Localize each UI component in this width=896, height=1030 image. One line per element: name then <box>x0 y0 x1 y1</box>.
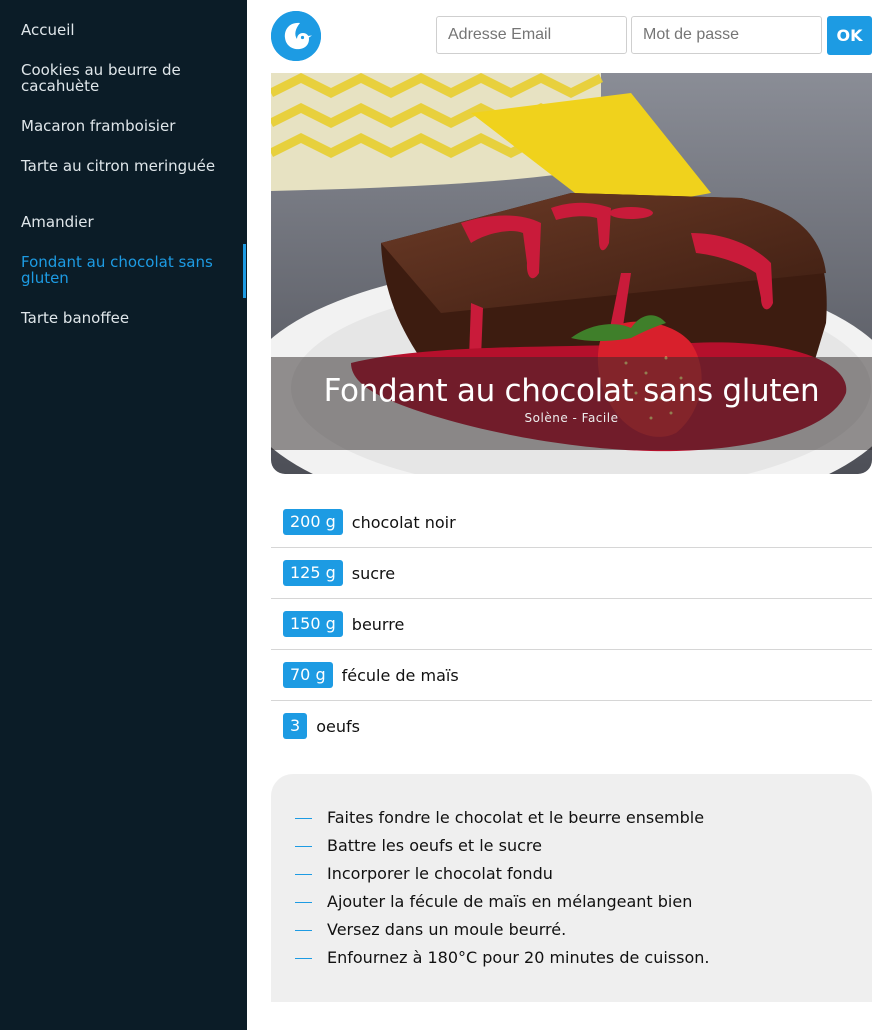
recipe-title: Fondant au chocolat sans gluten <box>323 373 820 409</box>
step-item: Faites fondre le chocolat et le beurre e… <box>271 804 872 832</box>
ingredient-quantity-badge: 70 g <box>283 662 333 688</box>
sidebar-item-macaron[interactable]: Macaron framboisier <box>21 118 221 134</box>
ingredient-quantity-badge: 200 g <box>283 509 343 535</box>
dash-bullet-icon <box>295 958 312 959</box>
ingredient-name: oeufs <box>316 716 360 736</box>
step-text: Versez dans un moule beurré. <box>327 920 567 939</box>
step-item: Battre les oeufs et le sucre <box>271 832 872 860</box>
ingredient-list: 200 g chocolat noir 125 g sucre 150 g be… <box>271 497 872 751</box>
dash-bullet-icon <box>295 846 312 847</box>
step-item: Versez dans un moule beurré. <box>271 916 872 944</box>
sidebar-item-amandier[interactable]: Amandier <box>21 214 221 230</box>
ingredient-name: sucre <box>351 563 396 583</box>
step-text: Faites fondre le chocolat et le beurre e… <box>327 808 705 827</box>
ingredient-quantity-badge: 3 <box>283 713 308 739</box>
recipe-hero: Fondant au chocolat sans gluten Solène -… <box>271 73 872 474</box>
ingredient-row: 70 g fécule de maïs <box>271 650 872 701</box>
ingredient-row: 200 g chocolat noir <box>271 497 872 548</box>
bird-logo-icon[interactable] <box>271 11 321 61</box>
ingredient-quantity-badge: 125 g <box>283 560 343 586</box>
sidebar-item-fondant-chocolat[interactable]: Fondant au chocolat sans gluten <box>21 254 221 286</box>
ingredient-name: chocolat noir <box>351 512 456 532</box>
step-text: Incorporer le chocolat fondu <box>327 864 553 883</box>
step-item: Enfournez à 180°C pour 20 minutes de cui… <box>271 944 872 972</box>
dash-bullet-icon <box>295 902 312 903</box>
dash-bullet-icon <box>295 874 312 875</box>
recipe-author-difficulty: Solène - Facile <box>524 411 619 425</box>
recipe-steps: Faites fondre le chocolat et le beurre e… <box>271 774 872 1002</box>
ingredient-name: fécule de maïs <box>341 665 459 685</box>
step-text: Enfournez à 180°C pour 20 minutes de cui… <box>327 948 710 967</box>
login-submit-button[interactable]: OK <box>827 16 872 55</box>
active-item-indicator <box>243 244 246 298</box>
ingredient-row: 150 g beurre <box>271 599 872 650</box>
step-text: Ajouter la fécule de maïs en mélangeant … <box>327 892 693 911</box>
step-text: Battre les oeufs et le sucre <box>327 836 542 855</box>
ingredient-quantity-badge: 150 g <box>283 611 343 637</box>
ingredient-name: beurre <box>351 614 405 634</box>
sidebar: Accueil Cookies au beurre de cacahuète M… <box>0 0 247 1030</box>
sidebar-item-tarte-citron[interactable]: Tarte au citron meringuée <box>21 158 221 174</box>
sidebar-item-accueil[interactable]: Accueil <box>21 22 221 38</box>
login-bar: OK <box>271 11 872 61</box>
dash-bullet-icon <box>295 818 312 819</box>
password-field[interactable] <box>631 16 822 54</box>
step-item: Incorporer le chocolat fondu <box>271 860 872 888</box>
ingredient-row: 125 g sucre <box>271 548 872 599</box>
email-field[interactable] <box>436 16 627 54</box>
sidebar-item-tarte-banoffee[interactable]: Tarte banoffee <box>21 310 221 326</box>
dash-bullet-icon <box>295 930 312 931</box>
sidebar-item-cookies[interactable]: Cookies au beurre de cacahuète <box>21 62 221 94</box>
ingredient-row: 3 oeufs <box>271 701 872 751</box>
step-item: Ajouter la fécule de maïs en mélangeant … <box>271 888 872 916</box>
